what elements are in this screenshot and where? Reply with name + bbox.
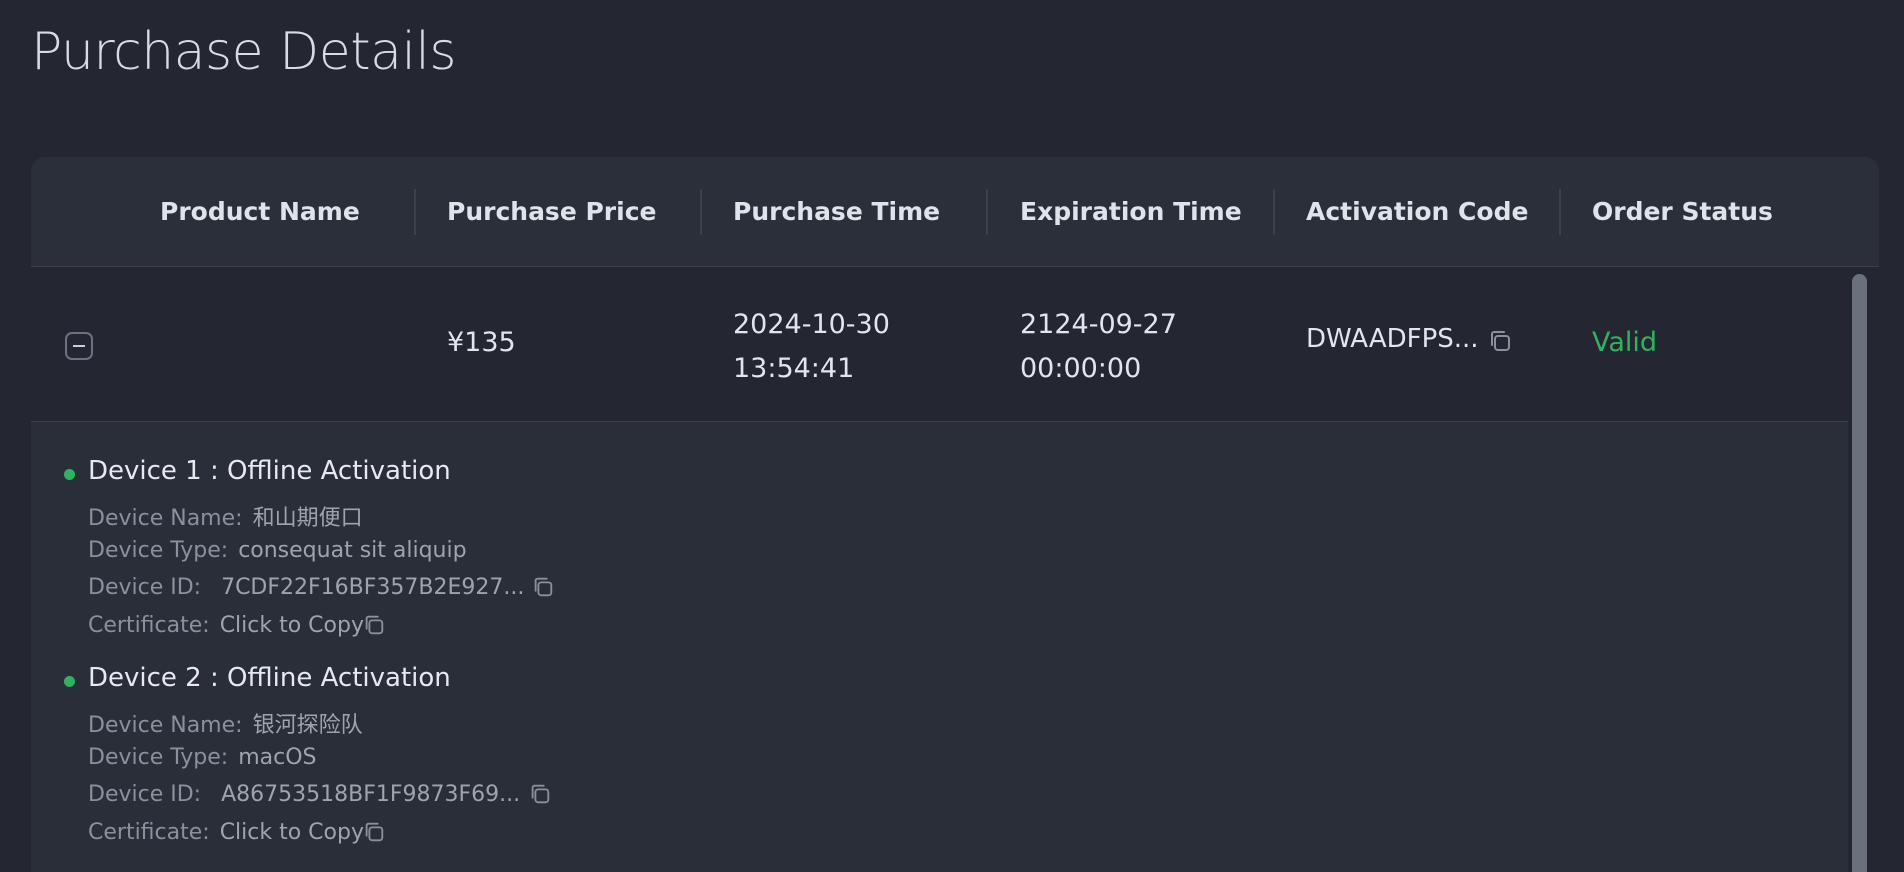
column-header-purchase-price[interactable]: Purchase Price (447, 157, 656, 266)
copy-icon[interactable] (1487, 328, 1513, 354)
column-header-purchase-time[interactable]: Purchase Time (733, 157, 940, 266)
certificate-field: Certificate: Click to Copy (88, 613, 364, 638)
table-row[interactable]: ¥135 2024-10-30 13:54:41 2124-09-27 00:0… (31, 267, 1848, 422)
field-label: Device ID: (88, 575, 202, 600)
copy-icon[interactable] (362, 820, 386, 844)
device-id-value: 7CDF22F16BF357B2E927... (221, 575, 525, 600)
device-type-field: Device Type: macOS (88, 745, 316, 770)
device-name-field: Device Name: 银河探险队 (88, 707, 363, 739)
field-label: Device Name: (88, 713, 243, 738)
product-name-redacted (159, 332, 303, 362)
expiration-clock: 00:00:00 (1020, 353, 1142, 384)
field-label: Device ID: (88, 782, 202, 807)
column-header-expiration-time[interactable]: Expiration Time (1020, 157, 1242, 266)
certificate-field: Certificate: Click to Copy (88, 820, 364, 845)
certificate-copy-link[interactable]: Click to Copy (220, 820, 364, 845)
device-id-value: A86753518BF1F9873F69... (221, 782, 521, 807)
device-title: Device 2 : Offline Activation (88, 663, 451, 693)
device-name-field: Device Name: 和山期便口 (88, 500, 363, 532)
field-label: Device Type: (88, 538, 229, 563)
table-header: Product Name Purchase Price Purchase Tim… (31, 157, 1879, 267)
device-type-value: consequat sit aliquip (238, 538, 467, 563)
field-label: Certificate: (88, 820, 210, 845)
order-status-badge: Valid (1592, 327, 1658, 358)
field-label: Device Name: (88, 506, 243, 531)
device-id-field: Device ID: 7CDF22F16BF357B2E927... (88, 575, 524, 600)
status-dot-icon (64, 676, 75, 687)
certificate-copy-link[interactable]: Click to Copy (220, 613, 364, 638)
status-dot-icon (64, 469, 75, 480)
column-divider[interactable] (986, 189, 988, 235)
minus-square-icon[interactable] (65, 332, 93, 360)
expiration-date: 2124-09-27 (1020, 309, 1177, 340)
expiration-time: 2124-09-27 00:00:00 (1020, 303, 1177, 391)
column-header-activation-code[interactable]: Activation Code (1306, 157, 1528, 266)
column-divider[interactable] (1273, 189, 1275, 235)
device-id-field: Device ID: A86753518BF1F9873F69... (88, 782, 520, 807)
copy-icon[interactable] (362, 613, 386, 637)
device-type-field: Device Type: consequat sit aliquip (88, 538, 467, 563)
purchase-price: ¥135 (447, 327, 516, 358)
copy-icon[interactable] (531, 575, 555, 599)
purchase-clock: 13:54:41 (733, 353, 855, 384)
page-title: Purchase Details (31, 22, 456, 82)
field-label: Certificate: (88, 613, 210, 638)
device-details-panel: Device 1 : Offline Activation Device Nam… (31, 422, 1848, 872)
column-header-order-status[interactable]: Order Status (1592, 157, 1773, 266)
field-label: Device Type: (88, 745, 229, 770)
device-name-value: 银河探险队 (252, 713, 363, 738)
device-title: Device 1 : Offline Activation (88, 456, 451, 486)
column-divider[interactable] (1559, 189, 1561, 235)
purchase-date: 2024-10-30 (733, 309, 890, 340)
device-name-value: 和山期便口 (252, 506, 363, 531)
column-header-product-name[interactable]: Product Name (160, 157, 360, 266)
copy-icon[interactable] (528, 782, 552, 806)
activation-code: DWAADFPS... (1306, 324, 1479, 354)
purchase-table: Product Name Purchase Price Purchase Tim… (31, 157, 1879, 872)
device-type-value: macOS (238, 745, 317, 770)
column-divider[interactable] (700, 189, 702, 235)
column-divider[interactable] (414, 189, 416, 235)
purchase-time: 2024-10-30 13:54:41 (733, 303, 890, 391)
scrollbar-thumb[interactable] (1852, 274, 1867, 872)
